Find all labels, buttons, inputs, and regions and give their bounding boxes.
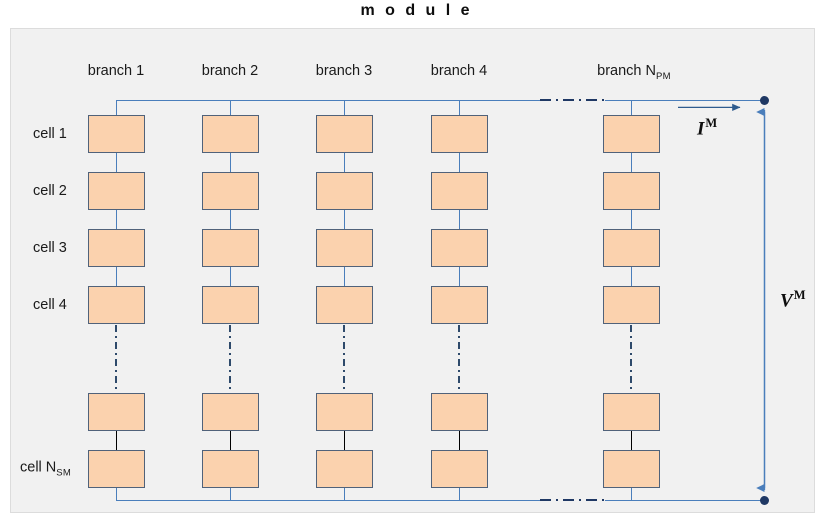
cell-box-b1-c2 (88, 172, 145, 210)
wire-bn-ellipsis (630, 325, 632, 392)
branch-label-2: branch 2 (201, 63, 259, 79)
cell-box-bn-c1 (603, 115, 660, 153)
cell-box-b4-cnsm (431, 450, 488, 488)
current-label: IM (697, 116, 717, 140)
cell-box-b4-cn1 (431, 393, 488, 431)
cell-label-nsm: cell NSM (20, 460, 71, 479)
wire-b4-ellipsis (458, 325, 460, 392)
cell-box-b3-c3 (316, 229, 373, 267)
cell-box-b2-c2 (202, 172, 259, 210)
wire-b3-c1-c2 (344, 153, 345, 172)
cell-box-bn-c4 (603, 286, 660, 324)
cell-box-b2-c1 (202, 115, 259, 153)
branch-label-4: branch 4 (430, 63, 488, 79)
cell-label-4: cell 4 (33, 297, 67, 313)
wire-b4-cn1-cn (459, 431, 460, 450)
page-title: m o d u l e (360, 2, 473, 19)
branch-label-npm: branch NPM (597, 63, 671, 82)
cell-box-b1-c1 (88, 115, 145, 153)
busbar-bottom-left (116, 500, 540, 501)
wire-b1-top (116, 100, 117, 115)
cell-label-3: cell 3 (33, 240, 67, 256)
wire-b1-c3-c4 (116, 267, 117, 286)
busbar-top-right (605, 100, 764, 101)
branch-npm-subscript: PM (655, 70, 671, 82)
busbar-top-left (116, 100, 540, 101)
cell-box-b1-cn1 (88, 393, 145, 431)
wire-bn-c3-c4 (631, 267, 632, 286)
cell-box-bn-c2 (603, 172, 660, 210)
wire-b4-c3-c4 (459, 267, 460, 286)
busbar-bottom-right (605, 500, 764, 501)
branch-label-3: branch 3 (315, 63, 373, 79)
wire-b4-c1-c2 (459, 153, 460, 172)
wire-b2-c1-c2 (230, 153, 231, 172)
wire-b1-c2-c3 (116, 210, 117, 229)
voltage-label: VM (780, 288, 806, 312)
wire-b3-c2-c3 (344, 210, 345, 229)
cell-box-b3-cn1 (316, 393, 373, 431)
branch-label-1: branch 1 (87, 63, 145, 79)
wire-b3-c3-c4 (344, 267, 345, 286)
wire-b2-ellipsis (229, 325, 231, 392)
cell-box-b1-c4 (88, 286, 145, 324)
cell-box-b3-c2 (316, 172, 373, 210)
wire-b1-c1-c2 (116, 153, 117, 172)
busbar-bottom-dashdot (540, 499, 605, 501)
cell-label-1: cell 1 (33, 126, 67, 142)
wire-bn-cn1-cn (631, 431, 632, 450)
wire-b3-top (344, 100, 345, 115)
wire-bn-c2-c3 (631, 210, 632, 229)
wire-b2-top (230, 100, 231, 115)
terminal-dot-negative (760, 496, 769, 505)
cell-box-b3-c4 (316, 286, 373, 324)
cell-box-bn-c3 (603, 229, 660, 267)
wire-b3-ellipsis (343, 325, 345, 392)
wire-b1-ellipsis (115, 325, 117, 392)
wire-b4-c2-c3 (459, 210, 460, 229)
voltage-superscript: M (793, 288, 806, 302)
current-superscript: M (705, 116, 718, 130)
cell-box-b4-c3 (431, 229, 488, 267)
wire-b4-top (459, 100, 460, 115)
cell-nsm-text: cell N (20, 459, 57, 476)
wire-bn-top (631, 100, 632, 115)
current-symbol: I (697, 118, 705, 140)
cell-label-2: cell 2 (33, 183, 67, 199)
cell-box-bn-cnsm (603, 450, 660, 488)
cell-box-bn-cn1 (603, 393, 660, 431)
wire-bn-c1-c2 (631, 153, 632, 172)
cell-box-b4-c1 (431, 115, 488, 153)
wire-b2-cn1-cn (230, 431, 231, 450)
cell-box-b4-c2 (431, 172, 488, 210)
cell-box-b4-c4 (431, 286, 488, 324)
cell-box-b3-c1 (316, 115, 373, 153)
wire-b2-c3-c4 (230, 267, 231, 286)
cell-nsm-subscript: SM (56, 467, 72, 479)
cell-box-b1-c3 (88, 229, 145, 267)
cell-box-b3-cnsm (316, 450, 373, 488)
cell-box-b2-c4 (202, 286, 259, 324)
wire-b3-cn1-cn (344, 431, 345, 450)
busbar-top-dashdot (540, 99, 605, 101)
cell-box-b2-cn1 (202, 393, 259, 431)
diagram-canvas: m o d u l e branch 1 branch 2 branch 3 b… (0, 0, 833, 525)
wire-b2-c2-c3 (230, 210, 231, 229)
cell-box-b1-cnsm (88, 450, 145, 488)
cell-box-b2-cnsm (202, 450, 259, 488)
voltage-arrow-icon (756, 107, 766, 493)
cell-box-b2-c3 (202, 229, 259, 267)
branch-npm-text: branch N (597, 63, 656, 79)
voltage-symbol: V (780, 290, 793, 312)
wire-b1-cn1-cn (116, 431, 117, 450)
